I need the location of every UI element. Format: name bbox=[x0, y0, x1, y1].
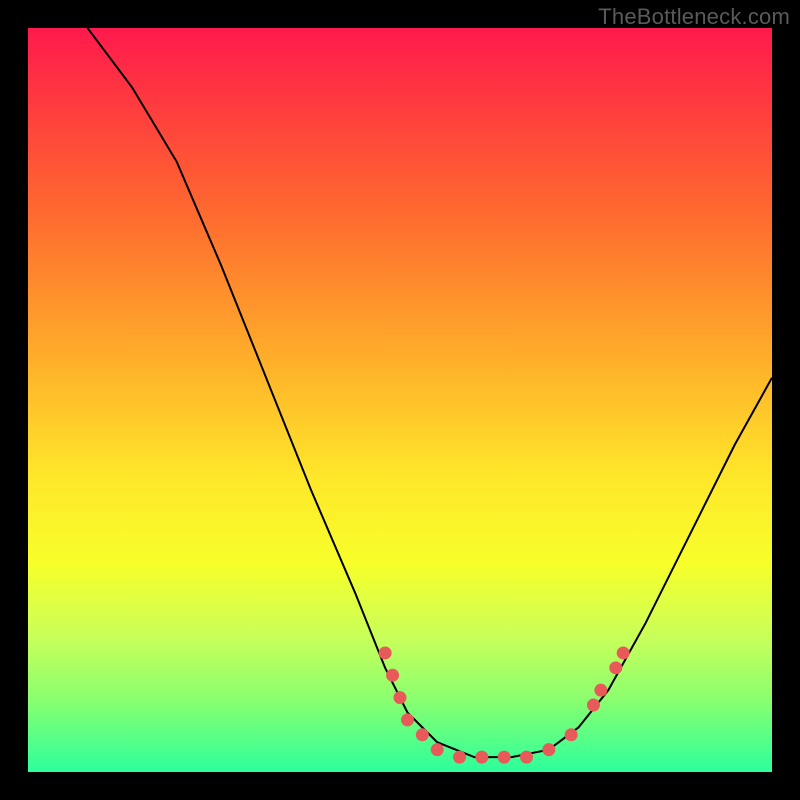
curve-marker bbox=[416, 728, 429, 741]
curve-marker bbox=[498, 751, 511, 764]
curve-marker bbox=[475, 751, 488, 764]
chart-frame: TheBottleneck.com bbox=[0, 0, 800, 800]
curve-marker bbox=[431, 743, 444, 756]
curve-marker bbox=[565, 728, 578, 741]
curve-markers bbox=[379, 646, 630, 763]
curve-marker bbox=[542, 743, 555, 756]
curve-marker bbox=[394, 691, 407, 704]
curve-marker bbox=[453, 751, 466, 764]
plot-area bbox=[28, 28, 772, 772]
curve-marker bbox=[401, 713, 414, 726]
curve-marker bbox=[594, 684, 607, 697]
curve-layer bbox=[28, 28, 772, 772]
bottleneck-curve bbox=[88, 28, 772, 757]
curve-marker bbox=[617, 646, 630, 659]
curve-marker bbox=[587, 699, 600, 712]
curve-marker bbox=[379, 646, 392, 659]
watermark-text: TheBottleneck.com bbox=[598, 4, 790, 30]
curve-marker bbox=[520, 751, 533, 764]
curve-marker bbox=[609, 661, 622, 674]
curve-marker bbox=[386, 669, 399, 682]
